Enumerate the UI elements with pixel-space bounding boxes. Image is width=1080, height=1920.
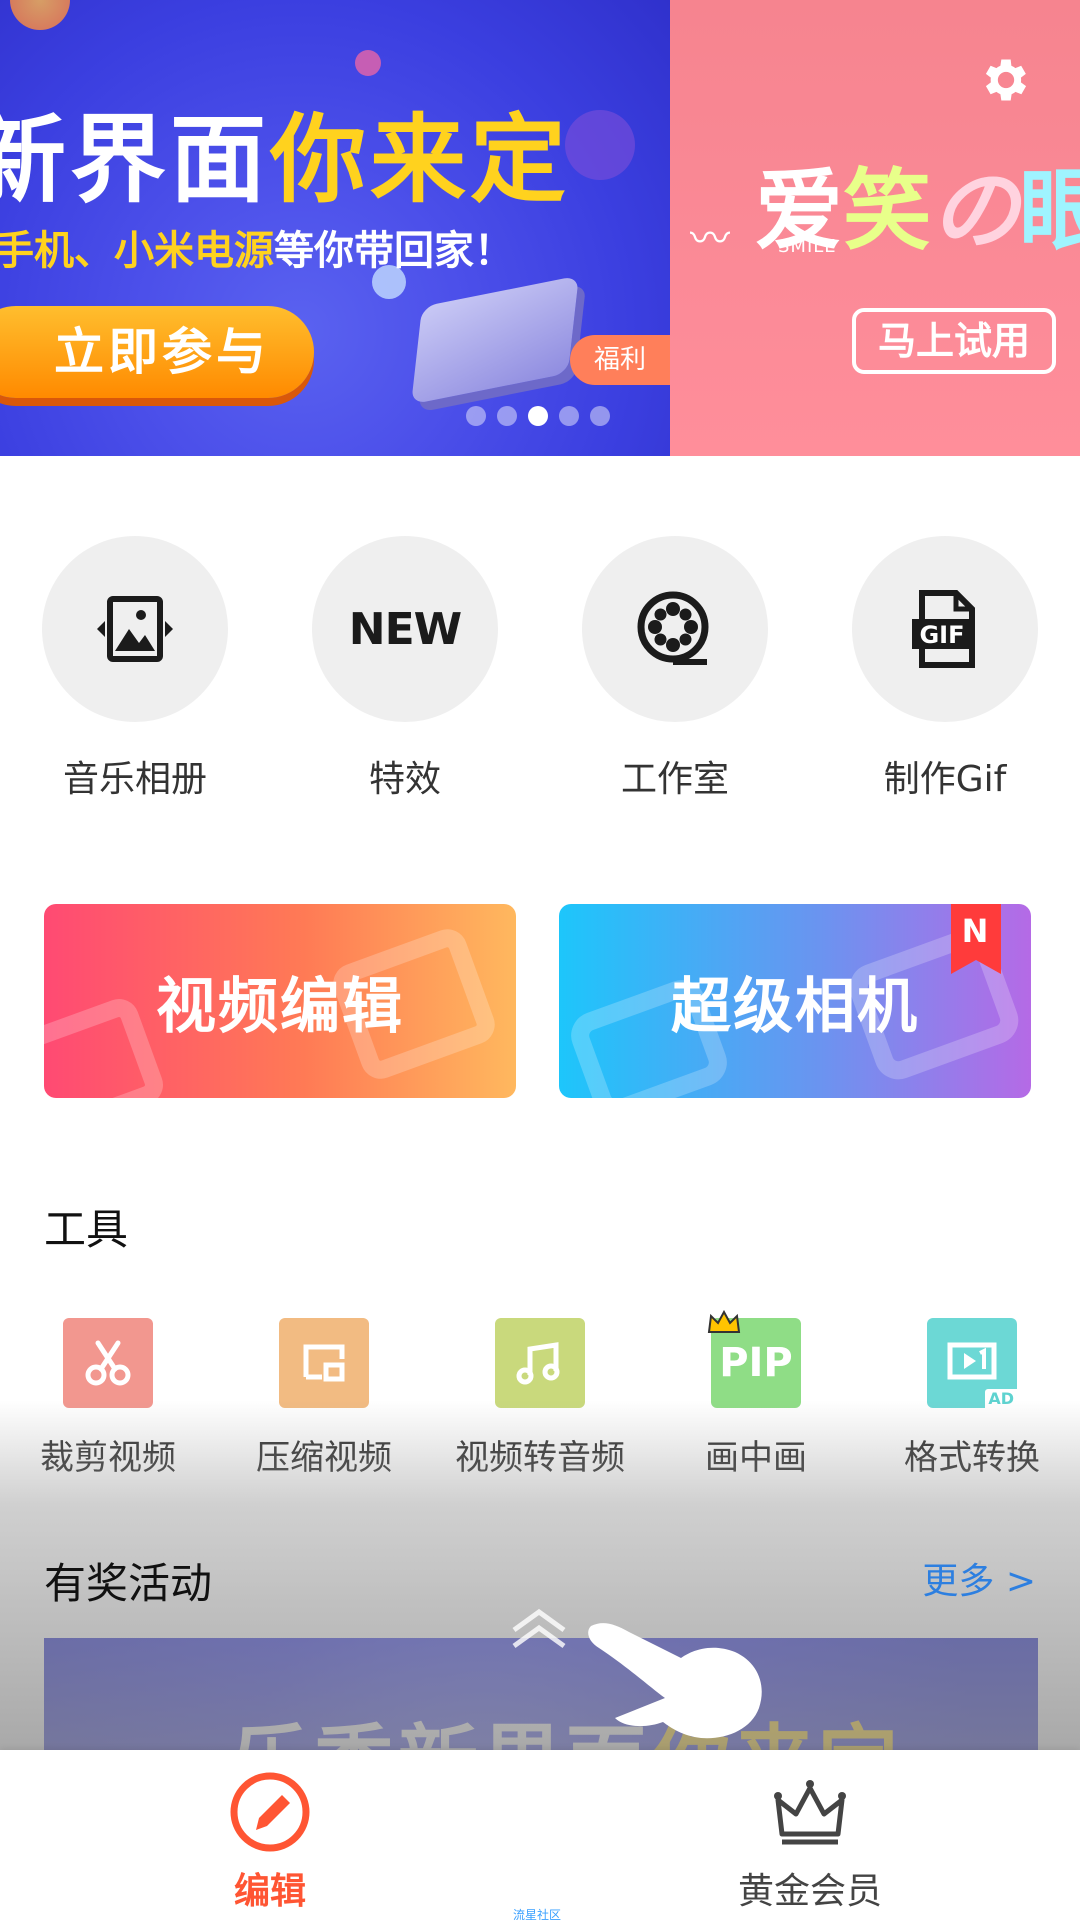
nav-label: 编辑 <box>233 1871 306 1912</box>
tool-label: 格式转换 <box>904 1438 1040 1478</box>
tool-video-to-audio[interactable]: 视频转音频 <box>432 1318 648 1479</box>
quick-entry-label: 音乐相册 <box>62 759 207 800</box>
tool-trim-video[interactable]: 裁剪视频 <box>0 1318 216 1479</box>
quick-entry-music-album[interactable]: 音乐相册 <box>15 536 255 802</box>
wave-decoration: 〰 <box>690 216 730 262</box>
video-edit-label: 视频编辑 <box>156 971 404 1042</box>
title-char: 眼 <box>1019 159 1080 262</box>
title-char: 笑 <box>843 159 932 262</box>
nav-tab-gold-vip[interactable]: 黄金会员 <box>700 1770 920 1914</box>
pager-dot[interactable] <box>497 406 517 426</box>
tool-label: 裁剪视频 <box>40 1438 176 1478</box>
quick-entry-circle[interactable] <box>42 536 228 722</box>
tool-icon-box <box>279 1318 369 1408</box>
pager-dot[interactable] <box>466 406 486 426</box>
bottom-navigation: 编辑 黄金会员 <box>0 1750 1080 1920</box>
gif-icon-text: GIF <box>919 621 964 649</box>
activity-promo-banner[interactable]: 乐秀新界面你来定 <box>44 1638 1038 1750</box>
watermark-text: 流星社区 <box>513 1908 562 1920</box>
new-badge-icon: NEW <box>348 603 462 655</box>
edit-pencil-icon <box>230 1772 310 1852</box>
quick-entry-label: 工作室 <box>620 759 729 800</box>
tool-compress-video[interactable]: 压缩视频 <box>216 1318 432 1479</box>
quick-entry-circle[interactable]: NEW <box>312 536 498 722</box>
format-convert-icon <box>947 1342 997 1380</box>
welfare-tag: 福利 <box>570 335 670 385</box>
bubble-decoration <box>355 50 381 76</box>
swipe-up-icon <box>512 1608 566 1649</box>
quick-entry-effects[interactable]: NEW 特效 <box>285 536 525 802</box>
tool-icon-box <box>495 1318 585 1408</box>
carousel-pager <box>466 406 610 426</box>
try-now-button[interactable]: 马上试用 <box>852 308 1056 374</box>
film-reel-icon <box>637 591 709 665</box>
photo-album-icon <box>97 596 173 662</box>
tool-format-convert[interactable]: AD 格式转换 <box>864 1318 1080 1479</box>
tool-icon-box <box>63 1318 153 1408</box>
bubble-decoration <box>565 110 635 180</box>
quick-entry-make-gif[interactable]: GIF 制作Gif <box>825 536 1065 802</box>
promo-headline: 乐秀新界面你来定 <box>230 1698 902 1750</box>
smile-caption: SMILE <box>778 236 837 257</box>
clapper-decoration <box>44 993 169 1098</box>
tools-section-title: 工具 <box>44 1205 129 1254</box>
quick-entry-circle[interactable] <box>582 536 768 722</box>
tool-picture-in-picture[interactable]: PIP 画中画 <box>648 1310 864 1479</box>
subheadline-white-text: 等你带回家！ <box>274 228 514 274</box>
super-camera-label: 超级相机 <box>671 971 919 1042</box>
subheadline-yellow-text: 手机、小米电源 <box>0 228 274 274</box>
headline-yellow-text: 你来定 <box>270 104 570 216</box>
quick-entry-label: 特效 <box>368 759 441 800</box>
scissors-icon <box>85 1340 131 1386</box>
headline-white-text: 新界面 <box>0 104 270 216</box>
banner-subheadline: 手机、小米电源等你带回家！ <box>0 218 514 276</box>
banner-carousel[interactable]: 新界面你来定 手机、小米电源等你带回家！ 立即参与 福利 〰 爱笑の眼 SMIL… <box>0 0 1080 456</box>
pip-icon: PIP <box>719 1340 793 1386</box>
quick-entry-circle[interactable]: GIF <box>852 536 1038 722</box>
pager-dot[interactable] <box>590 406 610 426</box>
video-edit-card[interactable]: 视频编辑 <box>44 904 516 1098</box>
more-activities-link[interactable]: 更多 > <box>922 1552 1036 1604</box>
nav-label: 黄金会员 <box>737 1871 882 1912</box>
pager-dot[interactable] <box>559 406 579 426</box>
ad-badge: AD <box>985 1389 1017 1408</box>
power-bank-image <box>411 275 579 405</box>
pager-dot-active[interactable] <box>528 406 548 426</box>
banner-headline: 新界面你来定 <box>0 82 570 221</box>
crown-icon <box>774 1780 846 1845</box>
crown-icon <box>707 1310 741 1333</box>
nav-tab-edit[interactable]: 编辑 <box>160 1770 380 1914</box>
music-note-icon <box>516 1342 560 1385</box>
compress-icon <box>303 1344 345 1382</box>
tool-label: 视频转音频 <box>455 1438 625 1478</box>
join-now-button[interactable]: 立即参与 <box>0 306 314 398</box>
bubble-decoration <box>10 0 70 30</box>
swipe-hand-icon <box>588 1623 762 1739</box>
tool-label: 画中画 <box>705 1438 807 1478</box>
super-camera-card[interactable]: 超级相机 N <box>559 904 1031 1098</box>
tool-icon-box: PIP <box>707 1310 801 1408</box>
tool-icon-box: AD <box>927 1318 1017 1408</box>
quick-entry-label: 制作Gif <box>883 759 1007 800</box>
banner-slide-main[interactable]: 新界面你来定 手机、小米电源等你带回家！ 立即参与 福利 <box>0 0 670 456</box>
gear-icon[interactable] <box>978 52 1034 108</box>
title-char: の <box>931 159 1020 262</box>
gif-file-icon: GIF <box>912 590 975 668</box>
quick-entry-studio[interactable]: 工作室 <box>555 536 795 802</box>
tool-label: 压缩视频 <box>256 1438 392 1478</box>
activities-section-title: 有奖活动 <box>44 1559 213 1608</box>
